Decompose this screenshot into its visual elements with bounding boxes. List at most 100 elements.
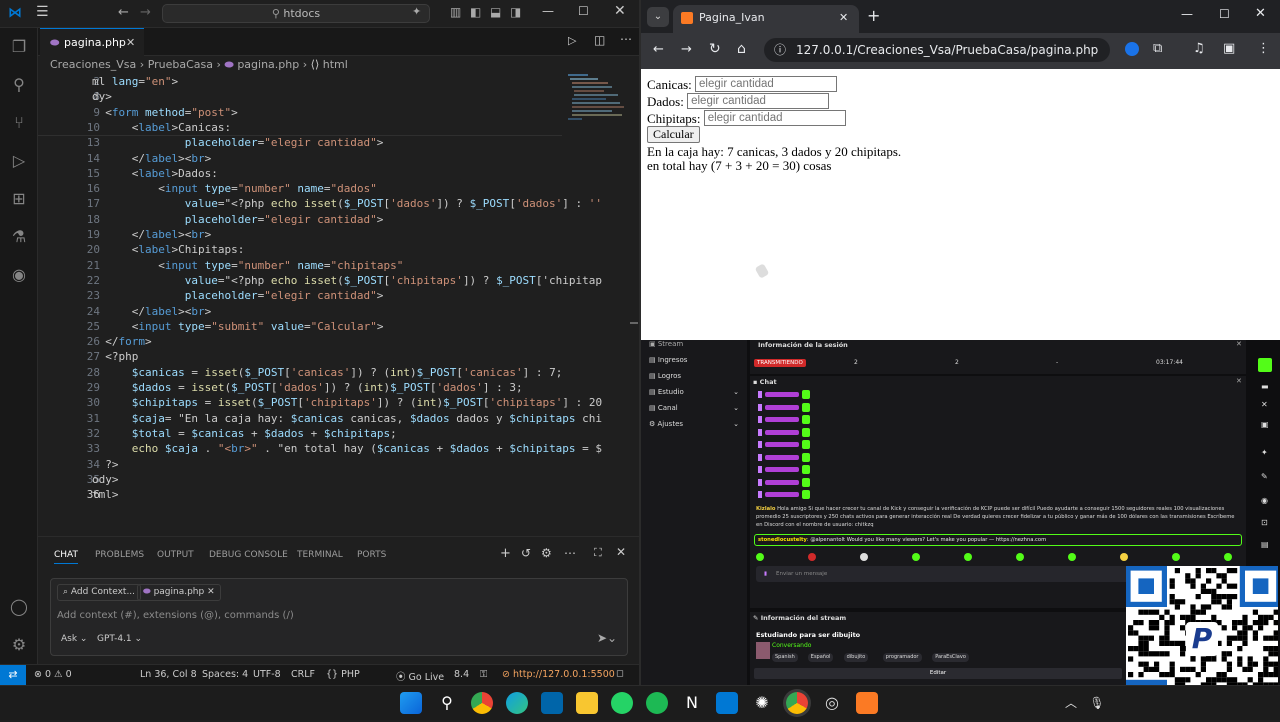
code-line[interactable]: value="<?php echo isset($_POST['dados'])…: [92, 197, 602, 210]
tab-output[interactable]: OUTPUT: [157, 550, 194, 560]
code-line[interactable]: <label>Dados:: [92, 167, 218, 180]
file-context-chip[interactable]: ⬬ pagina.php ✕: [137, 584, 221, 601]
file-explorer-icon[interactable]: [576, 692, 598, 714]
back-arrow-icon[interactable]: ←: [118, 5, 129, 20]
close-icon[interactable]: ✕: [1261, 400, 1268, 409]
settings-gear-icon[interactable]: ⚙: [541, 546, 552, 560]
more-menu-icon[interactable]: ⋮: [1257, 41, 1270, 56]
source-control-icon[interactable]: ⑂: [8, 112, 30, 134]
code-line[interactable]: ?>: [92, 458, 118, 471]
menu-icon[interactable]: ☰: [36, 4, 49, 20]
sidebar-item-canal[interactable]: ▤ Canal ⌄: [649, 404, 739, 412]
store-icon[interactable]: [716, 692, 738, 714]
home-icon[interactable]: ⌂: [737, 41, 746, 57]
docker-icon[interactable]: ◉: [8, 264, 30, 286]
toolbar-icon[interactable]: ✦: [1261, 448, 1268, 457]
code-line[interactable]: placeholder="elegir cantidad">: [92, 136, 384, 149]
microphone-icon[interactable]: 🎙: [1086, 692, 1108, 714]
edge-icon[interactable]: [506, 692, 528, 714]
search-icon[interactable]: ⚲: [436, 692, 458, 714]
explorer-icon[interactable]: ❐: [8, 36, 30, 58]
code-line[interactable]: $dados = isset($_POST['dados']) ? (int)$…: [92, 381, 523, 394]
breadcrumb-item[interactable]: Creaciones_Vsa: [50, 58, 136, 71]
indentation[interactable]: Spaces: 4: [202, 669, 248, 680]
toggle-panel-icon[interactable]: ⬓: [490, 5, 501, 19]
problems-status[interactable]: ⊗ 0 ⚠ 0: [34, 669, 72, 680]
testing-icon[interactable]: ⚗: [8, 226, 30, 248]
profile-icon[interactable]: ▣: [1223, 41, 1235, 56]
emote-icon[interactable]: [808, 553, 816, 561]
toolbar-icon[interactable]: ◉: [1261, 496, 1268, 505]
code-editor[interactable]: 2 ml lang="en"> 8 dy> 9 <form method="post">…: [38, 74, 602, 504]
browser-tab[interactable]: Pagina_Ivan ✕: [673, 5, 859, 33]
address-bar[interactable]: ⓘ 127.0.0.1/Creaciones_Vsa/PruebaCasa/pa…: [764, 38, 1110, 62]
code-line[interactable]: <label>Canicas:: [92, 121, 231, 134]
line-ending[interactable]: CRLF: [291, 669, 315, 680]
code-line[interactable]: <label>Chipitaps:: [92, 243, 245, 256]
remote-icon[interactable]: ⇄: [0, 665, 26, 686]
stream-tag[interactable]: Español: [807, 653, 834, 662]
maximize-icon[interactable]: ☐: [578, 4, 589, 18]
reload-icon[interactable]: ↻: [709, 41, 721, 57]
remove-chip-icon[interactable]: ✕: [207, 587, 215, 597]
breadcrumb-item[interactable]: PruebaCasa: [148, 58, 213, 71]
stream-tag[interactable]: Spanish: [772, 653, 798, 662]
tray-chevron-icon[interactable]: ︿: [1060, 692, 1082, 714]
code-line[interactable]: $total = $canicas + $dados + $chipitaps;: [92, 427, 397, 440]
code-line[interactable]: value="<?php echo isset($_POST['chipitap…: [92, 274, 602, 287]
emote-icon[interactable]: [756, 553, 764, 561]
chrome-active-icon[interactable]: [786, 692, 808, 714]
emote-icon[interactable]: [1224, 553, 1232, 561]
emote-icon[interactable]: [964, 553, 972, 561]
toggle-sidebar-icon[interactable]: ◧: [470, 5, 481, 19]
command-center-search[interactable]: ⚲ htdocs: [162, 4, 430, 23]
more-actions-icon[interactable]: ⋯: [620, 32, 632, 46]
minimap[interactable]: [562, 74, 630, 154]
run-icon[interactable]: ▷: [568, 34, 576, 47]
tab-problems[interactable]: PROBLEMS: [95, 550, 144, 560]
tab-chat[interactable]: CHAT: [54, 550, 79, 564]
breadcrumb-item[interactable]: pagina.php: [237, 58, 299, 71]
layout-icon[interactable]: ▥: [450, 5, 461, 19]
maximize-panel-icon[interactable]: ⛶: [594, 546, 602, 560]
forward-arrow-icon[interactable]: →: [140, 5, 151, 20]
toolbar-icon[interactable]: ▬: [1261, 382, 1269, 391]
close-panel-icon[interactable]: ✕: [616, 545, 626, 559]
whatsapp-icon[interactable]: [611, 692, 633, 714]
emote-bar[interactable]: [756, 552, 1240, 562]
minimize-icon[interactable]: —: [1181, 7, 1193, 21]
sidebar-item-estudio[interactable]: ▤ Estudio ⌄: [649, 388, 739, 396]
stream-tag[interactable]: dibujito: [843, 653, 869, 662]
vscode-icon[interactable]: [541, 692, 563, 714]
tab-ports[interactable]: PORTS: [357, 550, 386, 560]
extension-icon[interactable]: [1125, 42, 1139, 56]
notion-icon[interactable]: N: [681, 692, 703, 714]
tab-terminal[interactable]: TERMINAL: [297, 550, 343, 560]
code-line[interactable]: ml lang="en">: [92, 75, 178, 88]
toolbar-icon[interactable]: ▤: [1261, 540, 1269, 549]
code-line[interactable]: dy>: [92, 90, 112, 103]
copilot-icon[interactable]: ✦: [412, 5, 421, 18]
code-line[interactable]: </form>: [92, 335, 151, 348]
back-arrow-icon[interactable]: ←: [653, 42, 664, 57]
close-icon[interactable]: ✕: [1255, 6, 1266, 21]
minimize-icon[interactable]: —: [542, 4, 554, 18]
mode-picker[interactable]: Ask ⌄: [61, 634, 87, 644]
code-line[interactable]: <input type="number" name="dados": [92, 182, 377, 195]
code-line[interactable]: placeholder="elegir cantidad">: [92, 213, 384, 226]
breadcrumb-item[interactable]: html: [323, 58, 348, 71]
code-line[interactable]: </label><br>: [92, 228, 212, 241]
tab-search-icon[interactable]: ⌄: [647, 7, 669, 27]
tab-pagina-php[interactable]: ⬬ pagina.php ✕: [40, 28, 144, 56]
maximize-icon[interactable]: ☐: [1219, 7, 1230, 21]
close-icon[interactable]: ✕: [1236, 340, 1242, 348]
windows-start-icon[interactable]: [400, 692, 422, 714]
code-line[interactable]: tml>: [92, 488, 119, 501]
more-actions-icon[interactable]: ⋯: [564, 546, 576, 560]
toolbar-icon[interactable]: ✎: [1261, 472, 1268, 481]
history-icon[interactable]: ↺: [521, 546, 531, 560]
chrome-icon[interactable]: [471, 692, 493, 714]
status-icon[interactable]: [1258, 358, 1272, 372]
close-icon[interactable]: ✕: [1236, 377, 1242, 385]
code-line[interactable]: echo $caja . "<br>" . "en total hay ($ca…: [92, 442, 602, 455]
